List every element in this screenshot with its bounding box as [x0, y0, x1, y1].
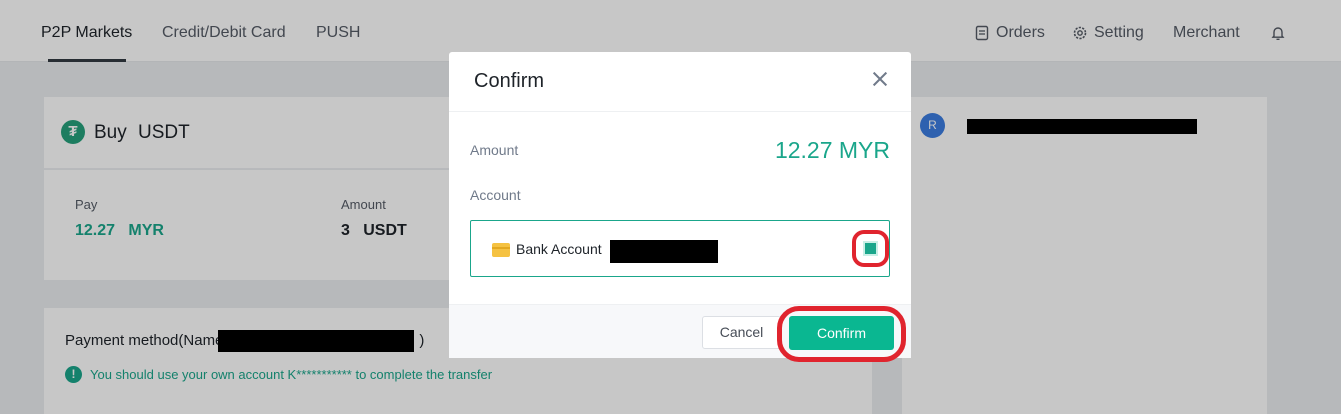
account-checkbox[interactable] [863, 241, 878, 256]
cancel-button[interactable]: Cancel [702, 316, 781, 349]
dialog-amount-value: 12.27 MYR [774, 137, 890, 163]
checkbox-highlight [852, 230, 889, 267]
confirm-button[interactable]: Confirm [789, 316, 894, 350]
dialog-title: Confirm [474, 70, 545, 92]
bank-account-option[interactable]: Bank Account [470, 220, 890, 277]
bank-account-label: Bank Account [516, 241, 602, 257]
dialog-account-label: Account [470, 187, 521, 203]
dialog-header: Confirm [449, 52, 911, 112]
redacted-account-number [610, 240, 718, 263]
close-icon[interactable] [869, 68, 891, 90]
wallet-icon [492, 243, 510, 257]
dialog-footer: Cancel Confirm [449, 304, 911, 362]
confirm-dialog: Confirm Amount 12.27 MYR Account Bank Ac… [449, 52, 911, 362]
dialog-amount-label: Amount [470, 142, 519, 158]
